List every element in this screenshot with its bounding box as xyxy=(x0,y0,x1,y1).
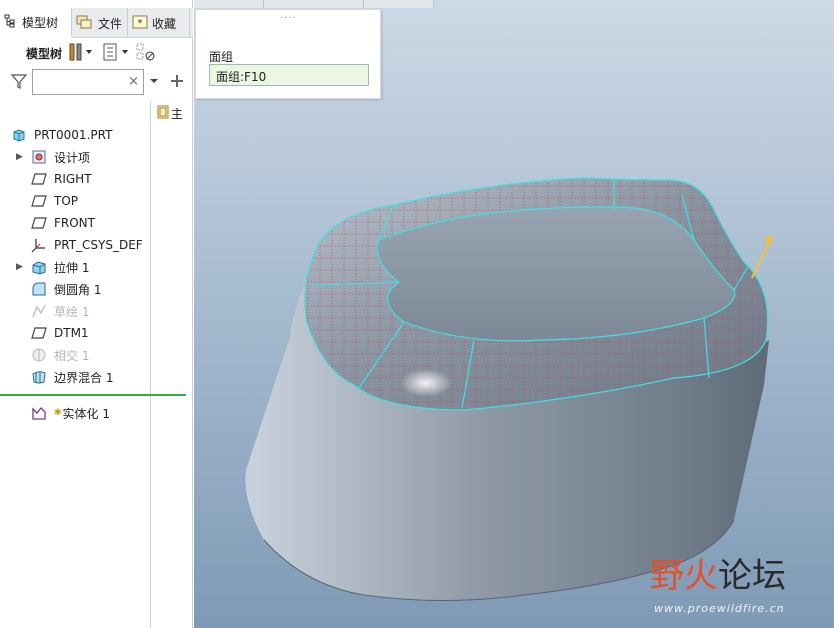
tab-favorites[interactable]: * 收藏 xyxy=(128,8,190,38)
column-display-icon[interactable] xyxy=(136,42,156,65)
clear-icon[interactable]: × xyxy=(128,74,139,89)
tree-item-label: 草绘 1 xyxy=(54,304,90,319)
tree-item-dtm1[interactable]: DTM1 xyxy=(0,322,150,344)
model-tree-panel: 模型树 文件 * 收藏 模型树 × 主 PRT0001.PRT ▶ 设计项 RI… xyxy=(0,0,193,628)
tree-item-sketch[interactable]: 草绘 1 xyxy=(0,300,150,322)
quilt-selection-field[interactable]: 面组:F10 xyxy=(209,64,369,86)
model-tree: PRT0001.PRT ▶ 设计项 RIGHT TOP FRONT PRT_CS… xyxy=(0,124,150,388)
search-input[interactable] xyxy=(33,70,128,94)
tree-item-front[interactable]: FRONT xyxy=(0,212,150,234)
tree-item-label: 设计项 xyxy=(54,150,91,165)
tree-item-label: PRT_CSYS_DEF xyxy=(54,238,143,252)
svg-text:*: * xyxy=(138,18,143,29)
show-options-icon[interactable] xyxy=(100,42,130,65)
settings-tools-icon[interactable] xyxy=(68,42,94,65)
tree-item-label: 实体化 1 xyxy=(62,406,110,421)
add-icon[interactable] xyxy=(170,74,184,91)
tree-item-label: DTM1 xyxy=(54,326,89,340)
tree-item-extrude[interactable]: ▶ 拉伸 1 xyxy=(0,256,150,278)
tree-item-label: 相交 1 xyxy=(54,348,90,363)
datum-plane-icon xyxy=(30,171,48,187)
datum-plane-icon xyxy=(30,325,48,341)
ribbon-tab-2[interactable] xyxy=(264,0,364,8)
filter-icon[interactable] xyxy=(10,72,28,93)
datum-plane-icon xyxy=(30,215,48,231)
watermark-url: www.proewildfire.cn xyxy=(654,602,785,615)
sketch-icon xyxy=(30,303,48,319)
tree-item-intersect[interactable]: 相交 1 xyxy=(0,344,150,366)
popup-label: 面组 xyxy=(209,50,234,64)
tab-label: 收藏 xyxy=(152,16,177,31)
datum-plane-icon xyxy=(30,193,48,209)
ribbon-tabs-strip xyxy=(194,0,834,8)
drag-grip-icon[interactable]: .... xyxy=(280,10,297,21)
design-items-icon xyxy=(30,149,48,165)
model-tree-toolbar: 模型树 xyxy=(0,40,193,66)
csys-icon xyxy=(30,237,48,253)
tree-item-root[interactable]: PRT0001.PRT xyxy=(0,124,150,146)
selection-popup: .... 面组 面组:F10 xyxy=(195,9,381,99)
tree-item-top[interactable]: TOP xyxy=(0,190,150,212)
tree-item-solidify[interactable]: ✱ 实体化 1 xyxy=(0,402,150,424)
tab-label: 模型树 xyxy=(22,15,59,30)
tree-item-label: 边界混合 1 xyxy=(54,370,114,385)
tree-item-label: RIGHT xyxy=(54,172,92,186)
expand-arrow-icon[interactable]: ▶ xyxy=(16,262,30,272)
navigator-tabs: 模型树 文件 * 收藏 xyxy=(0,8,193,38)
tree-item-right[interactable]: RIGHT xyxy=(0,168,150,190)
app-window: 模型树 文件 * 收藏 模型树 × 主 PRT0001.PRT ▶ 设计项 RI… xyxy=(0,0,834,628)
watermark-logo: 野火论坛 xyxy=(650,556,786,596)
solidify-icon xyxy=(30,405,48,421)
tree-item-csys[interactable]: PRT_CSYS_DEF xyxy=(0,234,150,256)
boundary-blend-icon xyxy=(30,369,48,385)
tree-item-label: 拉伸 1 xyxy=(54,260,90,275)
watermark: 野火论坛 www.proewildfire.cn xyxy=(650,548,830,623)
column-icon xyxy=(157,105,169,122)
ribbon-tab-1[interactable] xyxy=(194,0,264,8)
search-box: × xyxy=(32,69,144,95)
ribbon-tab-3[interactable] xyxy=(364,0,434,8)
toolbar-label: 模型树 xyxy=(26,46,63,61)
column-header-main[interactable]: 主 xyxy=(157,105,183,122)
new-marker-icon: ✱ xyxy=(54,408,62,418)
insert-indicator-line[interactable] xyxy=(0,394,186,396)
tree-item-label: PRT0001.PRT xyxy=(34,128,113,142)
tree-item-boundary-blend[interactable]: 边界混合 1 xyxy=(0,366,150,388)
expand-arrow-icon[interactable]: ▶ xyxy=(16,152,30,162)
column-header: 主 xyxy=(0,101,193,628)
column-header-label: 主 xyxy=(171,107,184,121)
folder-icon xyxy=(76,14,94,33)
round-icon xyxy=(30,281,48,297)
tree-item-label: FRONT xyxy=(54,216,95,230)
tree-item-label: TOP xyxy=(54,194,79,208)
extrude-icon xyxy=(30,259,48,275)
column-divider[interactable] xyxy=(150,101,151,628)
chevron-down-icon[interactable] xyxy=(148,75,160,90)
tree-item-label: 倒圆角 1 xyxy=(54,282,102,297)
model-tree-icon xyxy=(4,14,18,31)
tree-item-design-items[interactable]: ▶ 设计项 xyxy=(0,146,150,168)
intersect-icon xyxy=(30,347,48,363)
favorites-icon: * xyxy=(132,14,148,33)
filter-row: × xyxy=(0,67,193,97)
part-icon xyxy=(10,127,28,143)
tab-model-tree[interactable]: 模型树 xyxy=(0,8,72,38)
tab-folder[interactable]: 文件 xyxy=(72,8,128,38)
tab-label: 文件 xyxy=(98,16,123,31)
tree-item-round[interactable]: 倒圆角 1 xyxy=(0,278,150,300)
